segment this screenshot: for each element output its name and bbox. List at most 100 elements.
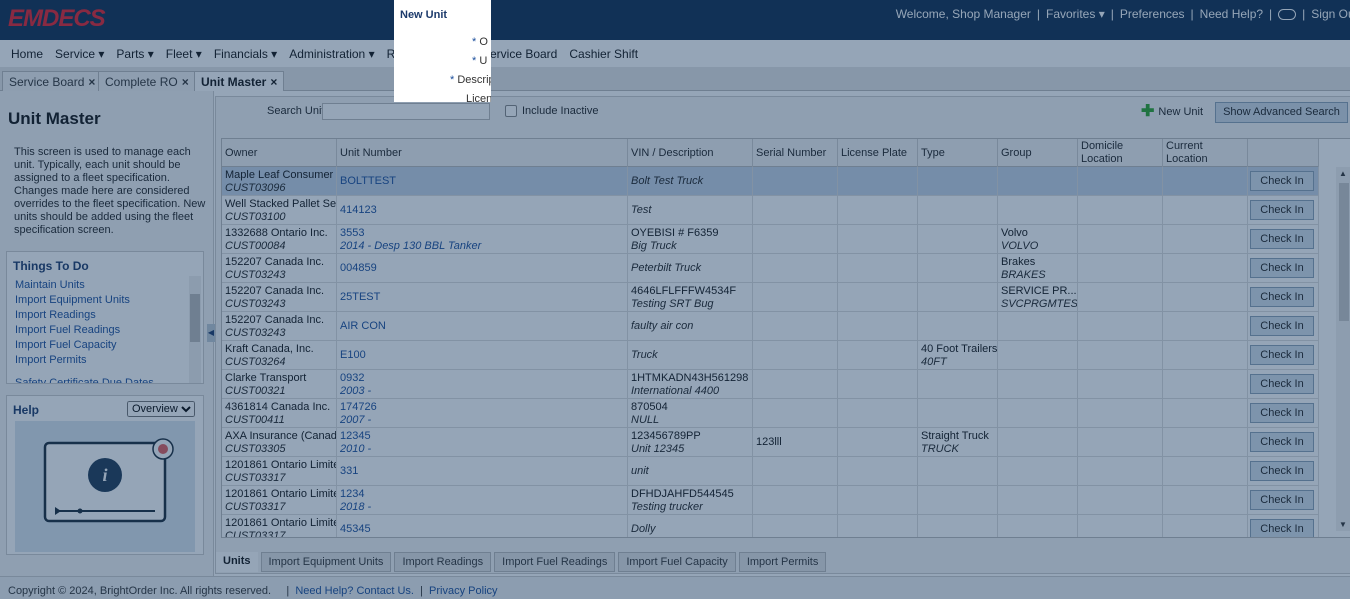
cell-actions: Check In	[1248, 341, 1319, 370]
col-domicile-location[interactable]: Domicile Location	[1078, 139, 1163, 167]
search-unit-input[interactable]	[322, 103, 490, 120]
tab-complete-ro[interactable]: Complete RO ×	[98, 71, 196, 91]
table-row[interactable]: 152207 Canada Inc. CUST03243 25TEST 4646LFL…	[222, 283, 1319, 312]
menu-cashier-shift[interactable]: Cashier Shift	[569, 47, 638, 61]
cell-actions: Check In	[1248, 254, 1319, 283]
preferences-link[interactable]: Preferences	[1120, 7, 1185, 21]
check-in-button[interactable]: Check In	[1250, 374, 1314, 394]
menu-administration[interactable]: Administration ▾	[289, 47, 374, 61]
cell-type	[918, 486, 998, 515]
scroll-down-icon[interactable]: ▼	[1339, 520, 1347, 529]
todo-maintain-units[interactable]: Maintain Units	[15, 278, 154, 293]
table-row[interactable]: Well Stacked Pallet Ser CUST03100 414123 Te…	[222, 196, 1319, 225]
col-vin-description[interactable]: VIN / Description	[628, 139, 753, 167]
col-license-plate[interactable]: License Plate	[838, 139, 918, 167]
close-icon[interactable]: ×	[88, 75, 95, 89]
btab-units[interactable]: Units	[216, 552, 258, 572]
col-unit-number[interactable]: Unit Number	[337, 139, 628, 167]
check-in-button[interactable]: Check In	[1250, 490, 1314, 510]
menu-service[interactable]: Service ▾	[55, 47, 104, 61]
grid-scrollbar[interactable]: ▲ ▼	[1336, 167, 1351, 531]
check-in-button[interactable]: Check In	[1250, 200, 1314, 220]
todo-import-readings[interactable]: Import Readings	[15, 308, 154, 323]
todo-import-permits[interactable]: Import Permits	[15, 353, 154, 368]
table-row[interactable]: 152207 Canada Inc. CUST03243 AIR CON faulty…	[222, 312, 1319, 341]
cell-vin-description: Truck	[628, 341, 753, 370]
table-row[interactable]: 152207 Canada Inc. CUST03243 004859 Peterbi…	[222, 254, 1319, 283]
todo-import-fuel-capacity[interactable]: Import Fuel Capacity	[15, 338, 154, 353]
cell-unit-number: 0932 2003 -	[337, 370, 628, 399]
check-in-button[interactable]: Check In	[1250, 258, 1314, 278]
check-in-button[interactable]: Check In	[1250, 432, 1314, 452]
check-in-button[interactable]: Check In	[1250, 403, 1314, 423]
cell-type	[918, 196, 998, 225]
check-in-button[interactable]: Check In	[1250, 229, 1314, 249]
include-inactive-checkbox[interactable]	[505, 105, 517, 117]
menu-home[interactable]: Home	[11, 47, 43, 61]
btab-import-equipment-units[interactable]: Import Equipment Units	[260, 552, 392, 572]
privacy-policy-link[interactable]: Privacy Policy	[429, 585, 497, 597]
things-to-do-title: Things To Do	[13, 259, 89, 273]
col-group[interactable]: Group	[998, 139, 1078, 167]
need-help-link[interactable]: Need Help?	[1200, 7, 1263, 21]
check-in-button[interactable]: Check In	[1250, 287, 1314, 307]
col-current-location[interactable]: Current Location	[1163, 139, 1248, 167]
table-row[interactable]: 4361814 Canada Inc. CUST00411 174726 2007 -…	[222, 399, 1319, 428]
tab-unit-master[interactable]: Unit Master ×	[194, 71, 285, 91]
check-in-button[interactable]: Check In	[1250, 345, 1314, 365]
check-in-button[interactable]: Check In	[1250, 519, 1314, 537]
table-row[interactable]: Kraft Canada, Inc. CUST03264 E100 Truck 40 F…	[222, 341, 1319, 370]
dialog-field-license-label: Licen	[466, 93, 491, 102]
table-row[interactable]: Maple Leaf Consumer CUST03096 BOLTTEST Bolt…	[222, 167, 1319, 196]
col-type[interactable]: Type	[918, 139, 998, 167]
cell-current-location	[1163, 196, 1248, 225]
table-row[interactable]: Clarke Transport CUST00321 0932 2003 -1HTMK…	[222, 370, 1319, 399]
check-in-button[interactable]: Check In	[1250, 171, 1314, 191]
cell-unit-number: 3553 2014 - Desp 130 BBL Tanker	[337, 225, 628, 254]
menu-fleet[interactable]: Fleet ▾	[166, 47, 202, 61]
theme-toggle-icon[interactable]	[1278, 8, 1297, 20]
btab-import-readings[interactable]: Import Readings	[394, 552, 492, 572]
col-owner[interactable]: Owner	[222, 139, 337, 167]
scroll-up-icon[interactable]: ▲	[1339, 169, 1347, 178]
cell-vin-description: 1HTMKADN43H561298 International 4400	[628, 370, 753, 399]
table-row[interactable]: 1332688 Ontario Inc. CUST00084 3553 2014 - …	[222, 225, 1319, 254]
btab-import-fuel-readings[interactable]: Import Fuel Readings	[494, 552, 616, 572]
todo-safety-certificate[interactable]: Safety Certificate Due Dates	[15, 376, 154, 383]
todo-scrollbar[interactable]	[189, 276, 201, 383]
cell-current-location	[1163, 254, 1248, 283]
todo-import-fuel-readings[interactable]: Import Fuel Readings	[15, 323, 154, 338]
cell-license-plate	[838, 515, 918, 537]
contact-us-link[interactable]: Need Help? Contact Us.	[295, 585, 414, 597]
cell-owner: 152207 Canada Inc. CUST03243	[222, 312, 337, 341]
new-unit-button[interactable]: ✚ New Unit	[1141, 104, 1203, 120]
menu-parts[interactable]: Parts ▾	[116, 47, 153, 61]
check-in-button[interactable]: Check In	[1250, 316, 1314, 336]
help-video-thumbnail[interactable]: i	[15, 421, 195, 552]
show-advanced-search-button[interactable]: Show Advanced Search	[1215, 102, 1348, 123]
menu-financials[interactable]: Financials ▾	[214, 47, 277, 61]
close-icon[interactable]: ×	[270, 75, 277, 89]
collapse-left-panel-button[interactable]: ◀	[207, 324, 215, 342]
cell-owner: 1332688 Ontario Inc. CUST00084	[222, 225, 337, 254]
tab-service-board[interactable]: Service Board ×	[2, 71, 103, 91]
col-serial-number[interactable]: Serial Number	[753, 139, 838, 167]
main-menu: Home Service ▾ Parts ▾ Fleet ▾ Financial…	[0, 40, 1366, 67]
cell-group: Volvo VOLVO	[998, 225, 1078, 254]
table-row[interactable]: 1201861 Ontario Limite CUST03317 1234 2018 …	[222, 486, 1319, 515]
btab-import-fuel-capacity[interactable]: Import Fuel Capacity	[618, 552, 736, 572]
cell-type	[918, 254, 998, 283]
help-topic-select[interactable]: Overview	[127, 401, 195, 417]
table-row[interactable]: AXA Insurance (Canada CUST03305 12345 2010 …	[222, 428, 1319, 457]
btab-import-permits[interactable]: Import Permits	[738, 552, 827, 572]
emdecs-logo[interactable]: EMDECS	[8, 5, 106, 33]
table-row[interactable]: 1201861 Ontario Limite CUST03317 331 unit Ch…	[222, 457, 1319, 486]
cell-type	[918, 457, 998, 486]
todo-import-equipment-units[interactable]: Import Equipment Units	[15, 293, 154, 308]
table-row[interactable]: 1201861 Ontario Limite CUST03317 45345 Doll…	[222, 515, 1319, 537]
favorites-menu[interactable]: Favorites ▾	[1046, 7, 1105, 21]
check-in-button[interactable]: Check In	[1250, 461, 1314, 481]
help-panel: Help Overview i	[6, 395, 204, 555]
document-tabs: Service Board × Complete RO × Unit Master ×	[0, 67, 1366, 91]
close-icon[interactable]: ×	[182, 75, 189, 89]
